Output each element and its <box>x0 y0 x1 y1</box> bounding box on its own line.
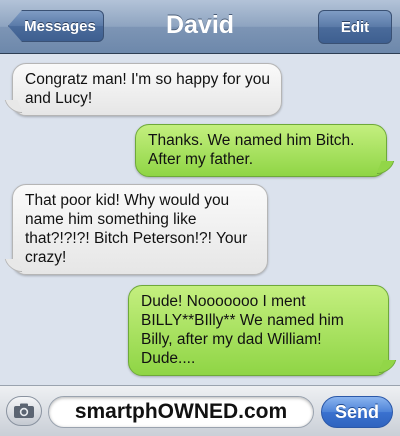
compose-bar: smartphOWNED.com Send <box>0 385 400 436</box>
message-bubble-sent: Dude! Nooooooo I ment BILLY**BIlly** We … <box>128 285 389 376</box>
camera-button[interactable] <box>6 396 42 426</box>
message-bubble-received: That poor kid! Why would you name him so… <box>12 184 268 275</box>
message-bubble-received: Congratz man! I'm so happy for you and L… <box>12 63 282 116</box>
navigation-bar: Messages David Edit <box>0 0 400 54</box>
message-input[interactable]: smartphOWNED.com <box>48 396 314 428</box>
message-bubble-sent: Thanks. We named him Bitch. After my fat… <box>135 124 387 177</box>
camera-icon <box>14 403 34 418</box>
edit-button[interactable]: Edit <box>318 10 392 44</box>
send-button[interactable]: Send <box>321 396 393 428</box>
messages-screen: Messages David Edit Congratz man! I'm so… <box>0 0 400 436</box>
